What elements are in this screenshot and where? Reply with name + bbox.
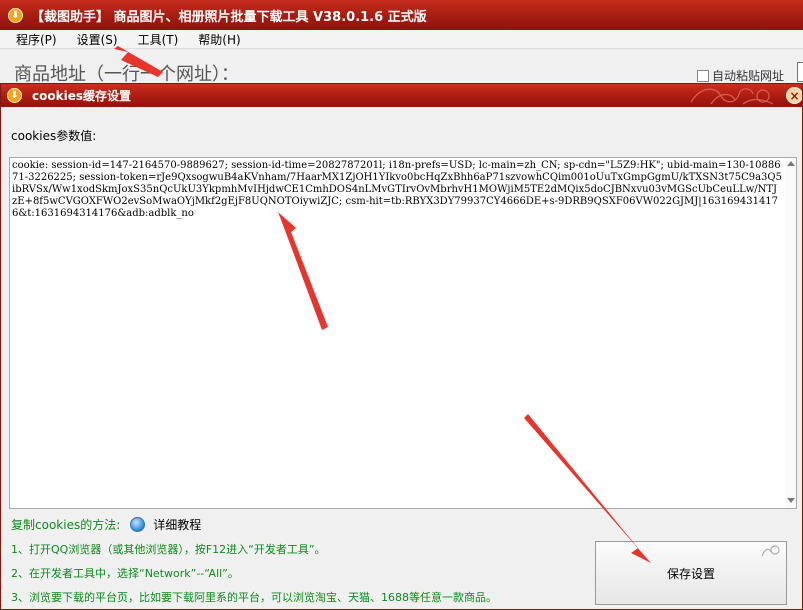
help-step-2: 2、在开发者工具中，选择“Network”--“All”。 [11, 567, 239, 580]
cookies-param-label: cookies参数值: [11, 129, 97, 143]
cookies-textarea[interactable]: cookie: session-id=147-2164570-9889627; … [9, 157, 797, 509]
auto-paste-checkbox[interactable]: 自动粘贴网址 [697, 67, 784, 84]
behind-button-edge [797, 62, 803, 82]
vertical-scrollbar[interactable] [785, 158, 796, 508]
save-settings-label: 保存设置 [666, 566, 715, 581]
dialog-app-icon: ⬇ [7, 88, 22, 103]
help-step-3: 3、浏览要下载的平台页，比如要下载阿里系的平台，可以浏览淘宝、天猫、1688等任… [11, 591, 497, 604]
close-button[interactable]: × [786, 87, 802, 104]
main-window-title: 【裁图助手】 商品图片、相册照片批量下载工具 V38.0.1.6 正式版 [31, 9, 427, 25]
cookies-dialog: ⬇ cookies缓存设置 × cookies参数值: cookie: sess… [0, 83, 803, 610]
copy-method-row: 复制cookies的方法: 详细教程 [11, 516, 201, 533]
save-settings-button[interactable]: 保存设置 [595, 541, 787, 605]
globe-icon [130, 517, 146, 532]
button-swirl-decoration [761, 545, 780, 557]
dialog-title-bar: ⬇ cookies缓存设置 × [1, 84, 802, 107]
checkbox-box[interactable] [697, 69, 709, 82]
main-title-bar: ⬇ 【裁图助手】 商品图片、相册照片批量下载工具 V38.0.1.6 正式版 [0, 0, 803, 30]
menu-program[interactable]: 程序(P) [6, 31, 67, 48]
scroll-up-arrow-icon[interactable] [787, 161, 795, 166]
scroll-down-arrow-icon[interactable] [787, 498, 795, 503]
auto-paste-label: 自动粘贴网址 [712, 69, 785, 83]
tutorial-link[interactable]: 详细教程 [153, 516, 201, 533]
copy-method-label: 复制cookies的方法: [11, 518, 121, 532]
menu-help[interactable]: 帮助(H) [188, 31, 250, 48]
menu-settings[interactable]: 设置(S) [67, 31, 128, 48]
help-step-1: 1、打开QQ浏览器（或其他浏览器），按F12进入“开发者工具”。 [11, 543, 326, 556]
menu-bar: 程序(P) 设置(S) 工具(T) 帮助(H) [0, 30, 803, 49]
cookies-value-text[interactable]: cookie: session-id=147-2164570-9889627; … [12, 160, 782, 506]
dialog-title: cookies缓存设置 [32, 89, 131, 103]
title-swirl-decoration [690, 88, 774, 105]
app-icon: ⬇ [8, 7, 23, 23]
menu-tools[interactable]: 工具(T) [128, 31, 189, 48]
